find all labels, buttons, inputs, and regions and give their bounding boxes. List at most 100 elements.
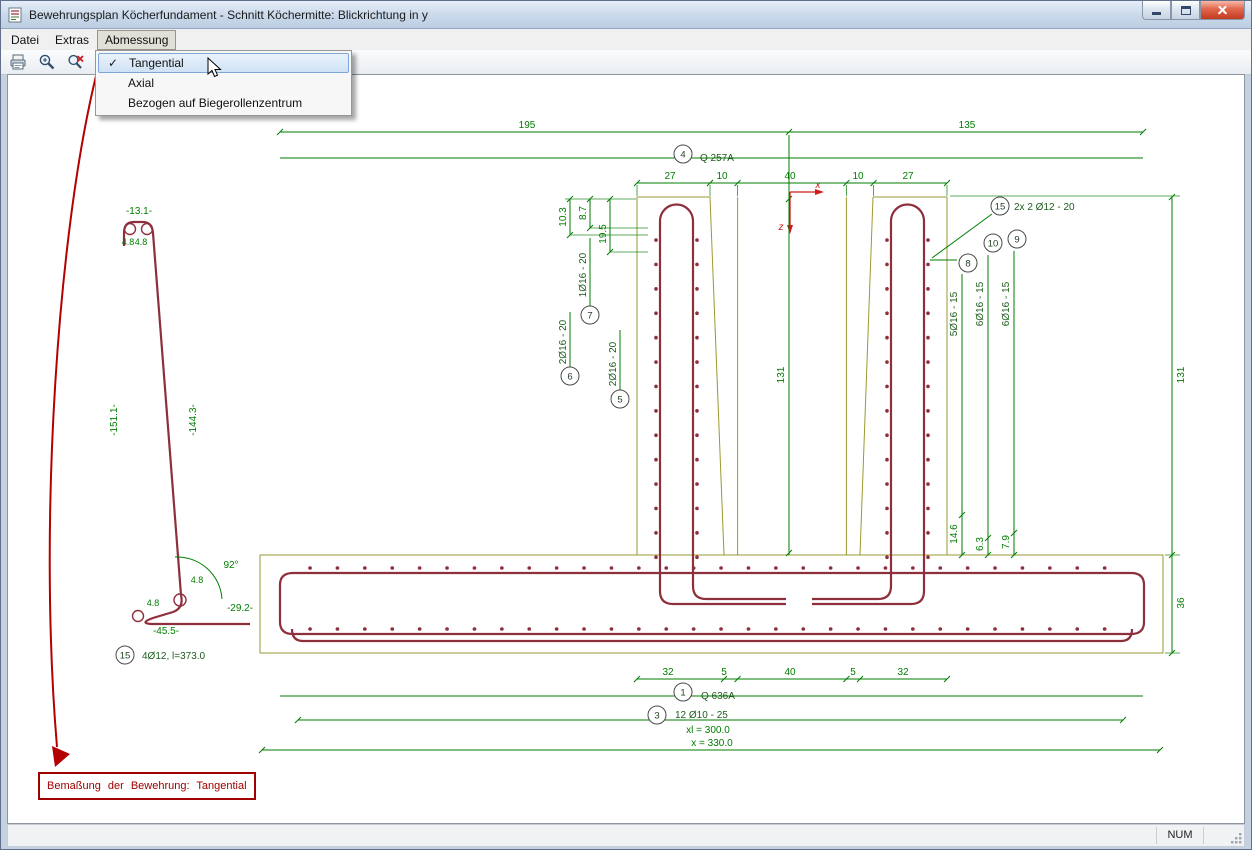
caption-buttons — [1142, 1, 1245, 20]
pos-8: 8 — [965, 259, 970, 270]
dim-131-right: 131 — [1176, 366, 1187, 383]
mark-bar9: 6Ø16 - 15 — [1001, 281, 1012, 326]
detail-bar-length: 4Ø12, l=373.0 — [142, 651, 206, 662]
pos-15: 15 — [995, 202, 1006, 213]
dim-5l: 5 — [721, 667, 727, 678]
maximize-button[interactable] — [1171, 1, 1200, 20]
mark-bar8: 5Ø16 - 15 — [949, 291, 960, 336]
dim-36: 36 — [1176, 597, 1187, 609]
menu-item-extras[interactable]: Extras — [47, 30, 97, 50]
mark-bar3: 12 Ø10 - 25 — [675, 710, 728, 721]
pos-9: 9 — [1014, 235, 1019, 246]
resize-grip[interactable] — [1204, 825, 1244, 846]
menu-option-label: Tangential — [129, 56, 184, 70]
coordinate-axes: x z — [778, 180, 824, 234]
detail-angle-92: 92° — [223, 560, 238, 571]
detail-dim-151-1: -151.1- — [109, 404, 120, 436]
print-button[interactable] — [6, 52, 30, 72]
detail-dim-29-2: -29.2- — [227, 603, 253, 614]
rebar-left-hairpin — [658, 203, 786, 606]
resize-grip-icon — [1231, 833, 1242, 844]
dim-10-3: 10.3 — [558, 207, 569, 227]
bar-shape-detail: -13.1- 4.8 4.8 -151.1- -144.3- 4.8 92° 4… — [109, 206, 253, 665]
dim-40b: 40 — [784, 667, 796, 678]
status-message-area — [8, 825, 1156, 846]
rebar-right-hairpin — [812, 203, 926, 606]
section-drawing: x z 195 135 27 10 40 10 27 10.3 8.7 19.5… — [48, 75, 1187, 767]
zoom-cancel-icon — [68, 54, 84, 69]
mark-bar7: 1Ø16 - 20 — [578, 252, 589, 297]
concrete-outline — [259, 196, 1164, 654]
detail-radius-3: 4.8 — [191, 575, 204, 585]
dim-131-center: 131 — [776, 366, 787, 383]
menu-item-abmessung[interactable]: Abmessung — [97, 29, 177, 50]
abmessung-dropdown-menu: ✓ Tangential Axial Bezogen auf Biegeroll… — [95, 50, 352, 116]
pos-4: 4 — [680, 150, 685, 161]
window-title: Bewehrungsplan Köcherfundament - Schnitt… — [29, 7, 428, 22]
mark-bar5: 2Ø16 - 20 — [608, 341, 619, 386]
dim-14-6: 14.6 — [949, 524, 960, 544]
drawing-canvas[interactable]: x z 195 135 27 10 40 10 27 10.3 8.7 19.5… — [8, 75, 1244, 823]
menu-option-label: Axial — [128, 76, 155, 90]
mark-q257a: Q 257A — [700, 153, 734, 164]
dim-6-3: 6.3 — [975, 537, 986, 551]
dim-27l: 27 — [664, 171, 676, 182]
detail-radius-2: 4.8 — [135, 237, 148, 247]
pos-7: 7 — [587, 311, 592, 322]
axis-x-label: x — [815, 180, 822, 191]
dim-7-9: 7.9 — [1001, 535, 1012, 549]
title-bar[interactable]: Bewehrungsplan Köcherfundament - Schnitt… — [1, 1, 1251, 29]
print-icon — [10, 54, 26, 70]
status-bar: NUM — [8, 825, 1244, 846]
dim-135: 135 — [959, 120, 976, 131]
detail-dim-13-1: -13.1- — [126, 206, 152, 217]
menu-item-datei[interactable]: Datei — [3, 30, 47, 50]
axis-z-label: z — [778, 222, 784, 233]
dim-19-5: 19.5 — [598, 224, 609, 244]
mouse-cursor — [207, 57, 222, 78]
close-icon — [1216, 4, 1229, 17]
detail-dim-144-3: -144.3- — [188, 404, 199, 436]
position-markers: 4 7 6 5 15 8 10 9 1 3 — [560, 144, 1027, 725]
dim-x: x = 330.0 — [691, 738, 733, 749]
minimize-icon — [1152, 11, 1161, 15]
dim-10l: 10 — [716, 171, 728, 182]
pos-5: 5 — [617, 395, 622, 406]
detail-dim-45-5: -45.5- — [153, 626, 179, 637]
pos-10: 10 — [988, 239, 999, 250]
pos-6: 6 — [567, 372, 572, 383]
dim-40: 40 — [784, 171, 796, 182]
dim-27r: 27 — [902, 171, 914, 182]
dim-195: 195 — [519, 120, 536, 131]
dim-xl: xl = 300.0 — [686, 725, 730, 736]
maximize-icon — [1180, 5, 1191, 15]
minimize-button[interactable] — [1142, 1, 1171, 20]
zoom-icon — [39, 54, 55, 70]
zoom-cancel-button[interactable] — [64, 52, 88, 72]
dim-10r: 10 — [852, 171, 864, 182]
annotation-box: Bemaßung der Bewehrung: Tangential — [38, 772, 256, 800]
checkmark-icon: ✓ — [108, 56, 119, 70]
zoom-button[interactable] — [35, 52, 59, 72]
dim-5r: 5 — [850, 667, 856, 678]
mark-bar15: 2x 2 Ø12 - 20 — [1014, 202, 1075, 213]
pos-1: 1 — [680, 688, 685, 699]
dim-8-7: 8.7 — [578, 206, 589, 220]
pos-3: 3 — [654, 711, 659, 722]
menu-option-label: Bezogen auf Biegerollenzentrum — [128, 96, 303, 110]
dimension-texts: 195 135 27 10 40 10 27 10.3 8.7 19.5 131… — [519, 120, 1187, 749]
mark-q636a: Q 636A — [701, 691, 735, 702]
menu-option-tangential[interactable]: ✓ Tangential — [98, 53, 349, 73]
close-button[interactable] — [1200, 1, 1245, 20]
mark-bar10: 6Ø16 - 15 — [975, 281, 986, 326]
detail-radius-4: 4.8 — [147, 598, 160, 608]
menu-option-biegerollenzentrum[interactable]: Bezogen auf Biegerollenzentrum — [98, 93, 349, 113]
dim-32r: 32 — [897, 667, 909, 678]
menu-option-axial[interactable]: Axial — [98, 73, 349, 93]
menu-bar: Datei Extras Abmessung — [1, 29, 1251, 50]
pos-15-detail: 15 — [120, 651, 131, 662]
dimension-ticks — [258, 128, 1176, 754]
dim-32l: 32 — [662, 667, 674, 678]
num-lock-indicator: NUM — [1167, 829, 1193, 841]
mark-bar6: 2Ø16 - 20 — [558, 319, 569, 364]
